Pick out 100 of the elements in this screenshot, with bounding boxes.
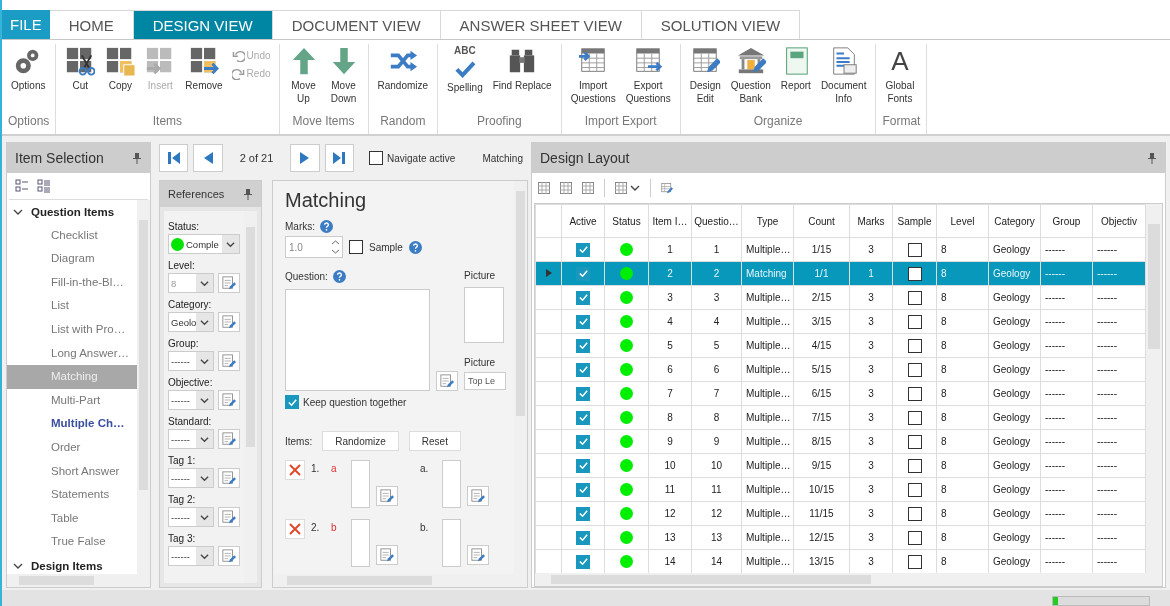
delete-button[interactable] [285,519,305,539]
column-header[interactable]: Type [741,204,794,238]
tree-item[interactable]: Multiple Ch… [7,412,137,436]
tree-item[interactable]: Diagram [7,247,137,271]
checkbox[interactable] [907,554,922,569]
ribbon-button[interactable]: Options [8,44,49,94]
pin-icon[interactable] [1147,152,1157,164]
checkbox[interactable] [576,266,590,281]
ribbon-button[interactable]: Document Info [817,44,870,107]
question-field[interactable] [285,289,430,391]
ribbon-tab[interactable]: ANSWER SHEET VIEW [440,10,642,39]
tree-group[interactable]: Question Items [31,205,115,218]
ribbon-button[interactable]: Question Bank [727,44,774,107]
checkbox[interactable] [907,482,922,497]
grid-icon[interactable] [538,182,550,194]
tree-item[interactable]: Checklist [7,223,137,248]
tree-item[interactable]: Multi-Part [7,388,137,413]
next-button[interactable] [290,144,320,172]
scrollbar[interactable] [137,200,150,574]
column-header[interactable]: Active [561,204,605,238]
edit-button[interactable] [218,546,240,566]
checkbox[interactable] [907,530,922,545]
checkbox[interactable] [369,151,383,165]
ribbon-tab[interactable]: SOLUTION VIEW [641,10,801,39]
ribbon-button[interactable]: Move Up [285,44,322,107]
marks-spinner[interactable]: 1.0 [285,236,343,258]
column-header[interactable]: Questio… [691,204,742,238]
checkbox[interactable] [576,290,590,305]
ribbon-button[interactable]: Copy [102,44,139,94]
edit-button[interactable] [218,351,240,371]
edit-button[interactable] [376,545,398,565]
checkbox[interactable] [576,338,590,353]
item-field[interactable] [351,460,370,508]
ribbon-button[interactable]: Report [777,44,814,94]
table-edit-icon[interactable] [661,182,673,194]
ribbon-button[interactable]: Design Edit [686,44,724,107]
ribbon-button[interactable]: Remove [182,44,226,94]
checkbox[interactable] [907,362,922,377]
delete-button[interactable] [285,460,305,480]
list-icon[interactable] [15,179,29,193]
ribbon-button[interactable]: Move Down [325,44,362,107]
help-icon[interactable] [408,240,422,254]
edit-button[interactable] [467,486,489,506]
edit-button[interactable] [467,545,489,565]
last-button[interactable] [324,144,354,172]
dropdown[interactable]: ------ [168,546,214,566]
grid-icon[interactable] [560,182,572,194]
checkbox[interactable] [907,266,922,281]
help-icon[interactable] [320,220,333,233]
scrollbar[interactable] [7,574,150,587]
column-header[interactable]: Count [793,204,850,238]
dropdown[interactable]: Comple [168,234,240,254]
help-icon[interactable] [332,270,346,283]
checkbox[interactable] [907,434,922,449]
tree-item[interactable]: List [7,294,137,318]
tree-item[interactable]: True False [7,530,137,554]
edit-button[interactable] [218,468,240,488]
tree-item[interactable]: Short Answer [7,459,137,484]
position-field[interactable]: Top Le [464,372,506,390]
ribbon-button[interactable]: Cut [62,44,99,94]
item-field[interactable] [351,519,370,567]
dropdown[interactable]: ------ [168,390,214,410]
ribbon-button[interactable]: ABC Spelling [444,44,486,96]
action-button[interactable]: Reset [408,431,461,451]
checkbox[interactable] [576,314,590,329]
match-field[interactable] [442,519,461,567]
pin-icon[interactable] [243,188,253,200]
edit-button[interactable] [218,390,240,410]
checkbox[interactable] [576,458,590,473]
scrollbar[interactable] [535,573,1146,586]
checkbox[interactable] [907,290,922,305]
column-header[interactable]: Group [1040,204,1093,238]
dropdown[interactable]: Geolo [168,312,214,332]
tree-item[interactable]: Long Answer… [7,341,137,366]
tree-item[interactable]: Fill-in-the-Bl… [7,270,137,295]
edit-button[interactable] [376,486,398,506]
edit-button[interactable] [218,312,240,332]
checkbox[interactable] [907,410,922,425]
checkbox[interactable] [907,506,922,521]
column-header[interactable]: Level [936,204,989,238]
checkbox[interactable] [907,338,922,353]
picture-field[interactable] [464,287,504,343]
edit-button[interactable] [218,507,240,527]
tree-item[interactable]: Order [7,435,137,460]
checkbox[interactable] [907,242,922,257]
checkbox[interactable] [576,506,590,521]
edit-button[interactable] [218,429,240,449]
checkbox[interactable] [576,554,590,569]
ribbon-button[interactable]: Randomize [374,44,432,94]
column-header[interactable]: Sample [892,204,937,238]
tree-item[interactable]: List with Pro… [7,317,137,342]
tree-group[interactable]: Design Items [31,559,103,572]
scrollbar[interactable] [1146,204,1162,586]
column-header[interactable]: Objectiv [1092,204,1146,238]
pin-icon[interactable] [132,152,142,164]
details-list-icon[interactable] [37,179,51,193]
checkbox[interactable] [907,386,922,401]
first-button[interactable] [159,144,189,172]
checkbox[interactable] [907,314,922,329]
caret-icon[interactable] [630,183,640,193]
